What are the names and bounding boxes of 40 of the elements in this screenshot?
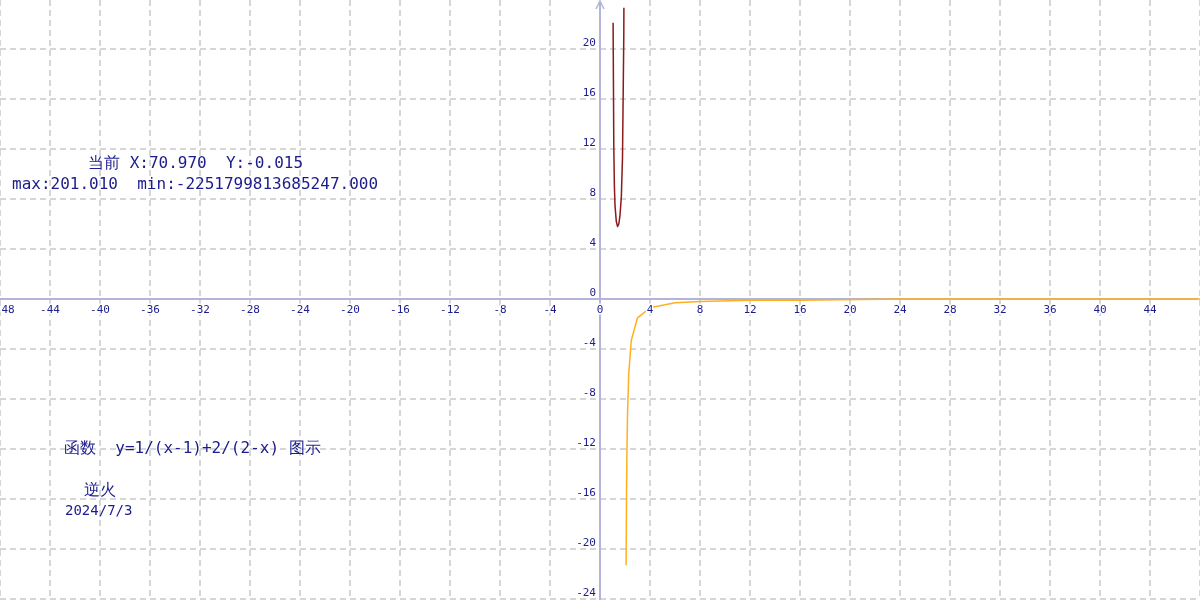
x-tick-label: 0 bbox=[596, 303, 604, 316]
x-tick-label: -36 bbox=[140, 303, 160, 316]
y-tick-label: -16 bbox=[576, 486, 596, 499]
y-tick-label: 12 bbox=[582, 136, 596, 149]
cursor-readout: 当前 X:70.970 Y:-0.015 bbox=[88, 153, 304, 173]
y-tick-label: -24 bbox=[576, 586, 596, 599]
y-tick-label: -4 bbox=[582, 336, 596, 349]
x-tick-label: -8 bbox=[493, 303, 507, 316]
y-tick-label: 0 bbox=[589, 286, 596, 299]
y-tick-label: 20 bbox=[582, 36, 596, 49]
y-tick-label: 16 bbox=[582, 86, 596, 99]
range-readout: max:201.010 min:-2251799813685247.000 bbox=[12, 174, 379, 194]
x-tick-label: 32 bbox=[993, 303, 1007, 316]
x-tick-label: 40 bbox=[1093, 303, 1107, 316]
x-tick-label: -4 bbox=[543, 303, 557, 316]
x-tick-label: 28 bbox=[943, 303, 957, 316]
x-tick-label: -20 bbox=[340, 303, 360, 316]
x-tick-label: 44 bbox=[1143, 303, 1157, 316]
function-title: 函数 y=1/(x-1)+2/(2-x) 图示 bbox=[64, 438, 321, 458]
x-tick-label: 8 bbox=[696, 303, 704, 316]
x-tick-label: -32 bbox=[190, 303, 210, 316]
y-tick-label: -20 bbox=[576, 536, 596, 549]
x-tick-label: -12 bbox=[440, 303, 460, 316]
y-tick-label: 4 bbox=[589, 236, 596, 249]
x-tick-label: 36 bbox=[1043, 303, 1057, 316]
x-tick-label: 16 bbox=[793, 303, 807, 316]
author-name: 逆火 bbox=[84, 480, 116, 500]
x-tick-label: 48 bbox=[1, 303, 15, 316]
x-tick-label: -28 bbox=[240, 303, 260, 316]
y-tick-label: 8 bbox=[589, 186, 596, 199]
y-tick-label: -8 bbox=[582, 386, 596, 399]
x-tick-label: -24 bbox=[290, 303, 310, 316]
x-tick-label: 12 bbox=[743, 303, 757, 316]
date-text: 2024/7/3 bbox=[65, 502, 133, 519]
x-tick-label: 20 bbox=[843, 303, 857, 316]
x-tick-label: -40 bbox=[90, 303, 110, 316]
x-tick-label: 24 bbox=[893, 303, 907, 316]
x-tick-label: -44 bbox=[40, 303, 60, 316]
y-tick-label: -12 bbox=[576, 436, 596, 449]
x-tick-label: -16 bbox=[390, 303, 410, 316]
